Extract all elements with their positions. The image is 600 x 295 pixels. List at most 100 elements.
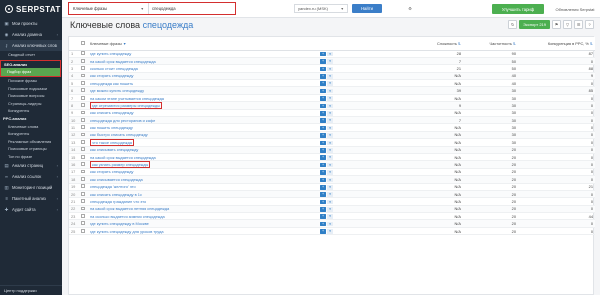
sidebar-sub-similar[interactable]: Похожие фразы (0, 77, 62, 85)
keyword-cell[interactable]: где купить спецодежду (88, 50, 318, 58)
add-to-list-icon[interactable]: + (320, 221, 326, 227)
sidebar-sub-phrase-selection[interactable]: Подбор фраз (1, 68, 60, 76)
search-type-select[interactable]: Ключевые фразы ▼ (69, 3, 149, 14)
row-checkbox[interactable] (81, 213, 85, 218)
row-checkbox[interactable] (81, 177, 85, 181)
keyword-cell[interactable]: как стирать спецодежду (88, 168, 318, 177)
keyword-cell[interactable]: на какой срок выдается летняя спецодежда (88, 205, 318, 214)
keyword-cell[interactable]: как списать спецодежду (88, 109, 318, 118)
sidebar-item-link-analysis[interactable]: ∞ Анализ ссылок › (0, 171, 62, 182)
row-checkbox[interactable] (81, 191, 85, 196)
keyword-cell[interactable]: сколько стоит спецодежда (88, 64, 318, 73)
keyword-link[interactable]: где купить спецодежду для уроков труда (90, 229, 164, 234)
help-button[interactable]: ? (585, 20, 594, 29)
sidebar-ppc-competitors[interactable]: Конкуренты (0, 130, 62, 138)
keyword-link[interactable]: как стирать спецодежду (90, 169, 133, 174)
row-checkbox-cell[interactable] (79, 123, 88, 132)
flag-button[interactable]: ⚑ (552, 20, 561, 29)
add-to-list-icon[interactable]: + (320, 59, 326, 64)
row-checkbox[interactable] (81, 206, 85, 211)
header-checkbox[interactable] (79, 37, 88, 51)
header-frequency[interactable]: Частотность ⇅ (463, 37, 518, 51)
keyword-cell[interactable]: как стирать спецодежду (88, 72, 318, 81)
keyword-cell[interactable]: как узнать размер спецодежды (88, 160, 318, 169)
row-checkbox-cell[interactable] (79, 212, 88, 221)
row-checkbox[interactable] (81, 58, 85, 63)
row-checkbox-cell[interactable] (79, 116, 88, 125)
add-to-list-icon[interactable]: + (320, 162, 326, 168)
sidebar-support[interactable]: Центр поддержки (0, 285, 62, 295)
keyword-cell[interactable]: спецодежда 'желтого' это (88, 183, 318, 191)
row-checkbox[interactable] (81, 132, 85, 137)
add-to-list-icon[interactable]: + (320, 66, 326, 72)
keyword-cell[interactable]: как быстро списать спецодежду (88, 131, 318, 140)
more-icon[interactable]: ▾ (327, 88, 333, 94)
row-checkbox-cell[interactable] (79, 57, 88, 66)
keyword-cell[interactable]: спецодежда для ресторанов и кафе (88, 116, 318, 125)
filter-icon[interactable]: ▼ (123, 42, 127, 46)
more-icon[interactable]: ▾ (327, 140, 333, 146)
keyword-link[interactable]: на какой срок выдается спецодежда (90, 155, 156, 160)
add-to-list-icon[interactable]: + (320, 147, 326, 153)
row-checkbox[interactable] (81, 154, 85, 159)
header-phrase[interactable]: Ключевые фразы ▼ (88, 37, 318, 51)
row-checkbox-cell[interactable] (79, 153, 88, 162)
keyword-link[interactable]: сколько стоит спецодежда (90, 66, 138, 71)
add-to-list-icon[interactable]: + (320, 118, 326, 123)
keyword-cell[interactable]: как списывать спецодежду (88, 146, 318, 154)
keyword-cell[interactable]: что такое спецодежда (88, 138, 318, 147)
row-checkbox[interactable] (81, 88, 85, 93)
sidebar-sub-questions[interactable]: Поисковые вопросы (0, 92, 62, 100)
add-to-list-icon[interactable]: + (320, 81, 326, 86)
keyword-cell[interactable]: как пошить спецодежду (88, 123, 318, 132)
add-to-list-icon[interactable]: + (320, 170, 326, 175)
keyword-link[interactable]: как стирать спецодежду (90, 73, 133, 78)
header-difficulty[interactable]: Сложность ⇅ (358, 37, 463, 51)
keyword-link[interactable]: на какой срок выдается спецодежда (90, 59, 156, 64)
row-checkbox-cell[interactable] (79, 64, 88, 73)
row-checkbox[interactable] (81, 221, 85, 226)
sidebar-sub-summary[interactable]: Сводный отчет (0, 51, 62, 59)
keyword-cell[interactable]: на какой срок выдается спецодежда (88, 57, 318, 66)
more-icon[interactable]: ▾ (327, 155, 333, 160)
more-icon[interactable]: ▾ (327, 103, 333, 109)
more-icon[interactable]: ▾ (327, 59, 333, 64)
keyword-link[interactable]: где можно купить спецодежду (90, 88, 144, 93)
keyword-link[interactable]: как узнать размер спецодежды (90, 161, 151, 168)
more-icon[interactable]: ▾ (327, 51, 333, 57)
keyword-link[interactable]: где купить спецодежду в Москве (90, 221, 149, 226)
add-to-list-icon[interactable]: + (320, 125, 326, 131)
row-checkbox-cell[interactable] (79, 197, 88, 206)
add-to-list-icon[interactable]: + (320, 111, 326, 116)
sidebar-sub-leaders[interactable]: Страницы-лидеры (0, 100, 62, 108)
row-checkbox-cell[interactable] (79, 101, 88, 110)
row-checkbox-cell[interactable] (79, 183, 88, 191)
keyword-link[interactable]: на каком этапе учитывается спецодежда (90, 96, 164, 101)
add-to-list-icon[interactable]: + (320, 177, 326, 182)
add-to-list-icon[interactable]: + (320, 140, 326, 146)
keyword-cell[interactable]: где купить спецодежду для уроков труда (88, 227, 318, 236)
row-checkbox[interactable] (81, 125, 85, 130)
updates-button[interactable]: Обновления Serpstat (550, 4, 600, 14)
keyword-cell[interactable]: как списать спецодежду в 1с (88, 190, 318, 199)
keyword-link[interactable]: спецодежда 'желтого' это (90, 184, 136, 189)
row-checkbox[interactable] (81, 199, 85, 203)
row-checkbox-cell[interactable] (79, 205, 88, 214)
add-to-list-icon[interactable]: + (320, 192, 326, 197)
row-checkbox-cell[interactable] (79, 190, 88, 199)
row-checkbox-cell[interactable] (79, 168, 88, 177)
row-checkbox-cell[interactable] (79, 146, 88, 154)
add-to-list-icon[interactable]: + (320, 207, 326, 212)
sidebar-ppc-ads[interactable]: Рекламные объявления (0, 138, 62, 146)
refresh-button[interactable]: ↻ (508, 20, 518, 29)
keyword-cell[interactable]: где можно купить спецодежду (88, 86, 318, 95)
select-all-checkbox[interactable] (81, 40, 85, 45)
add-to-list-icon[interactable]: + (320, 229, 326, 234)
sidebar-item-batch-analysis[interactable]: ≡ Пакетный анализ › (0, 193, 62, 204)
keyword-link[interactable]: на сколько выдается зимняя спецодежда (90, 214, 165, 219)
row-checkbox[interactable] (81, 169, 85, 174)
row-checkbox[interactable] (81, 95, 85, 100)
more-icon[interactable]: ▾ (327, 184, 333, 190)
row-checkbox-cell[interactable] (79, 86, 88, 95)
keyword-cell[interactable]: как списывается спецодежда (88, 175, 318, 184)
